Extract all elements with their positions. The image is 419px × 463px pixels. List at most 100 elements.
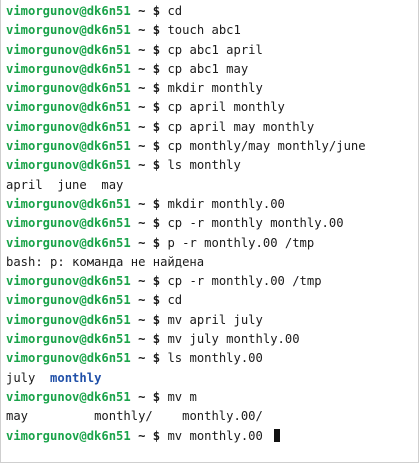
command-text: cp april monthly [167, 100, 285, 115]
prompt-user-host: vimorgunov@dk6n51 [6, 274, 131, 289]
terminal-line-active[interactable]: vimorgunov@dk6n51 ~ $ mv monthly.00 [6, 427, 414, 446]
completion-item: monthly.00/ [182, 409, 263, 424]
terminal-line: vimorgunov@dk6n51 ~ $ cp -r monthly mont… [6, 214, 414, 233]
prompt-user-host: vimorgunov@dk6n51 [6, 4, 131, 18]
prompt-path: ~ [138, 61, 146, 76]
text-cursor [274, 428, 281, 442]
terminal-line: vimorgunov@dk6n51 ~ $ cp april monthly [6, 98, 414, 117]
command-output: april june may [6, 177, 124, 192]
prompt-path: ~ [138, 235, 146, 250]
prompt-user-host: vimorgunov@dk6n51 [6, 351, 131, 366]
prompt-path: ~ [138, 293, 146, 308]
terminal-line: vimorgunov@dk6n51 ~ $ p -r monthly.00 /t… [6, 234, 414, 253]
command-text: mkdir monthly.00 [167, 196, 285, 211]
prompt-path: ~ [138, 274, 146, 289]
prompt-path: ~ [138, 158, 146, 173]
command-text: touch abc1 [167, 23, 241, 38]
prompt-symbol: $ [152, 23, 161, 38]
terminal-line: vimorgunov@dk6n51 ~ $ ls monthly [6, 156, 414, 175]
prompt-path: ~ [138, 351, 146, 366]
prompt-user-host: vimorgunov@dk6n51 [6, 158, 131, 173]
prompt-symbol: $ [152, 139, 161, 154]
command-text: mv july monthly.00 [167, 332, 300, 347]
prompt-user-host: vimorgunov@dk6n51 [6, 81, 131, 96]
command-text: cp -r monthly.00 /tmp [167, 274, 322, 289]
completion-item: monthly/ [94, 409, 153, 424]
terminal-line: vimorgunov@dk6n51 ~ $ cp monthly/may mon… [6, 137, 414, 156]
prompt-symbol: $ [152, 196, 161, 211]
command-text: ls monthly [167, 158, 241, 173]
terminal-window[interactable]: vimorgunov@dk6n51 ~ $ cd vimorgunov@dk6n… [0, 0, 419, 463]
prompt-path: ~ [138, 100, 146, 115]
prompt-path: ~ [138, 428, 146, 443]
command-text: cp monthly/may monthly/june [167, 139, 366, 154]
terminal-line: vimorgunov@dk6n51 ~ $ touch abc1 [6, 21, 414, 40]
prompt-user-host: vimorgunov@dk6n51 [6, 216, 131, 231]
prompt-symbol: $ [152, 428, 161, 443]
prompt-path: ~ [138, 139, 146, 154]
terminal-line: vimorgunov@dk6n51 ~ $ mkdir monthly.00 [6, 195, 414, 214]
command-text: cp -r monthly monthly.00 [167, 216, 344, 231]
terminal-line: vimorgunov@dk6n51 ~ $ mkdir monthly [6, 79, 414, 98]
prompt-path: ~ [138, 196, 146, 211]
prompt-symbol: $ [152, 119, 161, 134]
prompt-symbol: $ [152, 4, 161, 18]
command-text: ls monthly.00 [167, 351, 263, 366]
prompt-path: ~ [138, 119, 146, 134]
prompt-user-host: vimorgunov@dk6n51 [6, 332, 131, 347]
command-text: cp april may monthly [167, 119, 315, 134]
prompt-symbol: $ [152, 61, 161, 76]
prompt-user-host: vimorgunov@dk6n51 [6, 196, 131, 211]
prompt-symbol: $ [152, 332, 161, 347]
prompt-user-host: vimorgunov@dk6n51 [6, 139, 131, 154]
prompt-symbol: $ [152, 351, 161, 366]
prompt-path: ~ [138, 312, 146, 327]
terminal-output: vimorgunov@dk6n51 ~ $ cd vimorgunov@dk6n… [6, 2, 414, 446]
command-output: july monthly [6, 369, 414, 388]
terminal-line: vimorgunov@dk6n51 ~ $ mv april july [6, 311, 414, 330]
prompt-user-host: vimorgunov@dk6n51 [6, 23, 131, 38]
prompt-user-host: vimorgunov@dk6n51 [6, 61, 131, 76]
prompt-symbol: $ [152, 274, 161, 289]
prompt-path: ~ [138, 81, 146, 96]
command-text: cp abc1 april [167, 42, 263, 57]
command-text: cd [167, 293, 183, 308]
terminal-line: vimorgunov@dk6n51 ~ $ cp abc1 april [6, 41, 414, 60]
command-text: p -r monthly.00 /tmp [167, 235, 315, 250]
command-text: mkdir monthly [167, 81, 263, 96]
prompt-path: ~ [138, 42, 146, 57]
command-text: mv m [167, 389, 197, 404]
terminal-line: vimorgunov@dk6n51 ~ $ cp abc1 may [6, 60, 414, 79]
prompt-user-host: vimorgunov@dk6n51 [6, 312, 131, 327]
prompt-user-host: vimorgunov@dk6n51 [6, 428, 131, 443]
prompt-symbol: $ [152, 42, 161, 57]
terminal-line: vimorgunov@dk6n51 ~ $ ls monthly.00 [6, 349, 414, 368]
prompt-symbol: $ [152, 81, 161, 96]
prompt-symbol: $ [152, 293, 161, 308]
terminal-line: vimorgunov@dk6n51 ~ $ mv july monthly.00 [6, 330, 414, 349]
prompt-symbol: $ [152, 158, 161, 173]
prompt-symbol: $ [152, 312, 161, 327]
command-input[interactable]: mv monthly.00 [167, 429, 270, 443]
prompt-path: ~ [138, 332, 146, 347]
prompt-symbol: $ [152, 235, 161, 250]
terminal-line: vimorgunov@dk6n51 ~ $ cp april may month… [6, 118, 414, 137]
terminal-line: vimorgunov@dk6n51 ~ $ cp -r monthly.00 /… [6, 272, 414, 291]
prompt-path: ~ [138, 216, 146, 231]
prompt-symbol: $ [152, 100, 161, 115]
prompt-user-host: vimorgunov@dk6n51 [6, 42, 131, 57]
output-directory: monthly [50, 370, 102, 385]
command-text: cd [167, 4, 183, 18]
prompt-symbol: $ [152, 389, 161, 404]
completion-output: may monthly/ monthly.00/ [6, 407, 414, 426]
completion-item: may [6, 409, 29, 424]
terminal-line: vimorgunov@dk6n51 ~ $ cd [6, 291, 414, 310]
terminal-line: vimorgunov@dk6n51 ~ $ cd [6, 2, 414, 21]
prompt-symbol: $ [152, 216, 161, 231]
error-output: bash: p: команда не найдена [6, 254, 205, 269]
prompt-path: ~ [138, 389, 146, 404]
prompt-path: ~ [138, 4, 146, 18]
terminal-line: vimorgunov@dk6n51 ~ $ mv m [6, 388, 414, 407]
prompt-user-host: vimorgunov@dk6n51 [6, 293, 131, 308]
prompt-user-host: vimorgunov@dk6n51 [6, 389, 131, 404]
